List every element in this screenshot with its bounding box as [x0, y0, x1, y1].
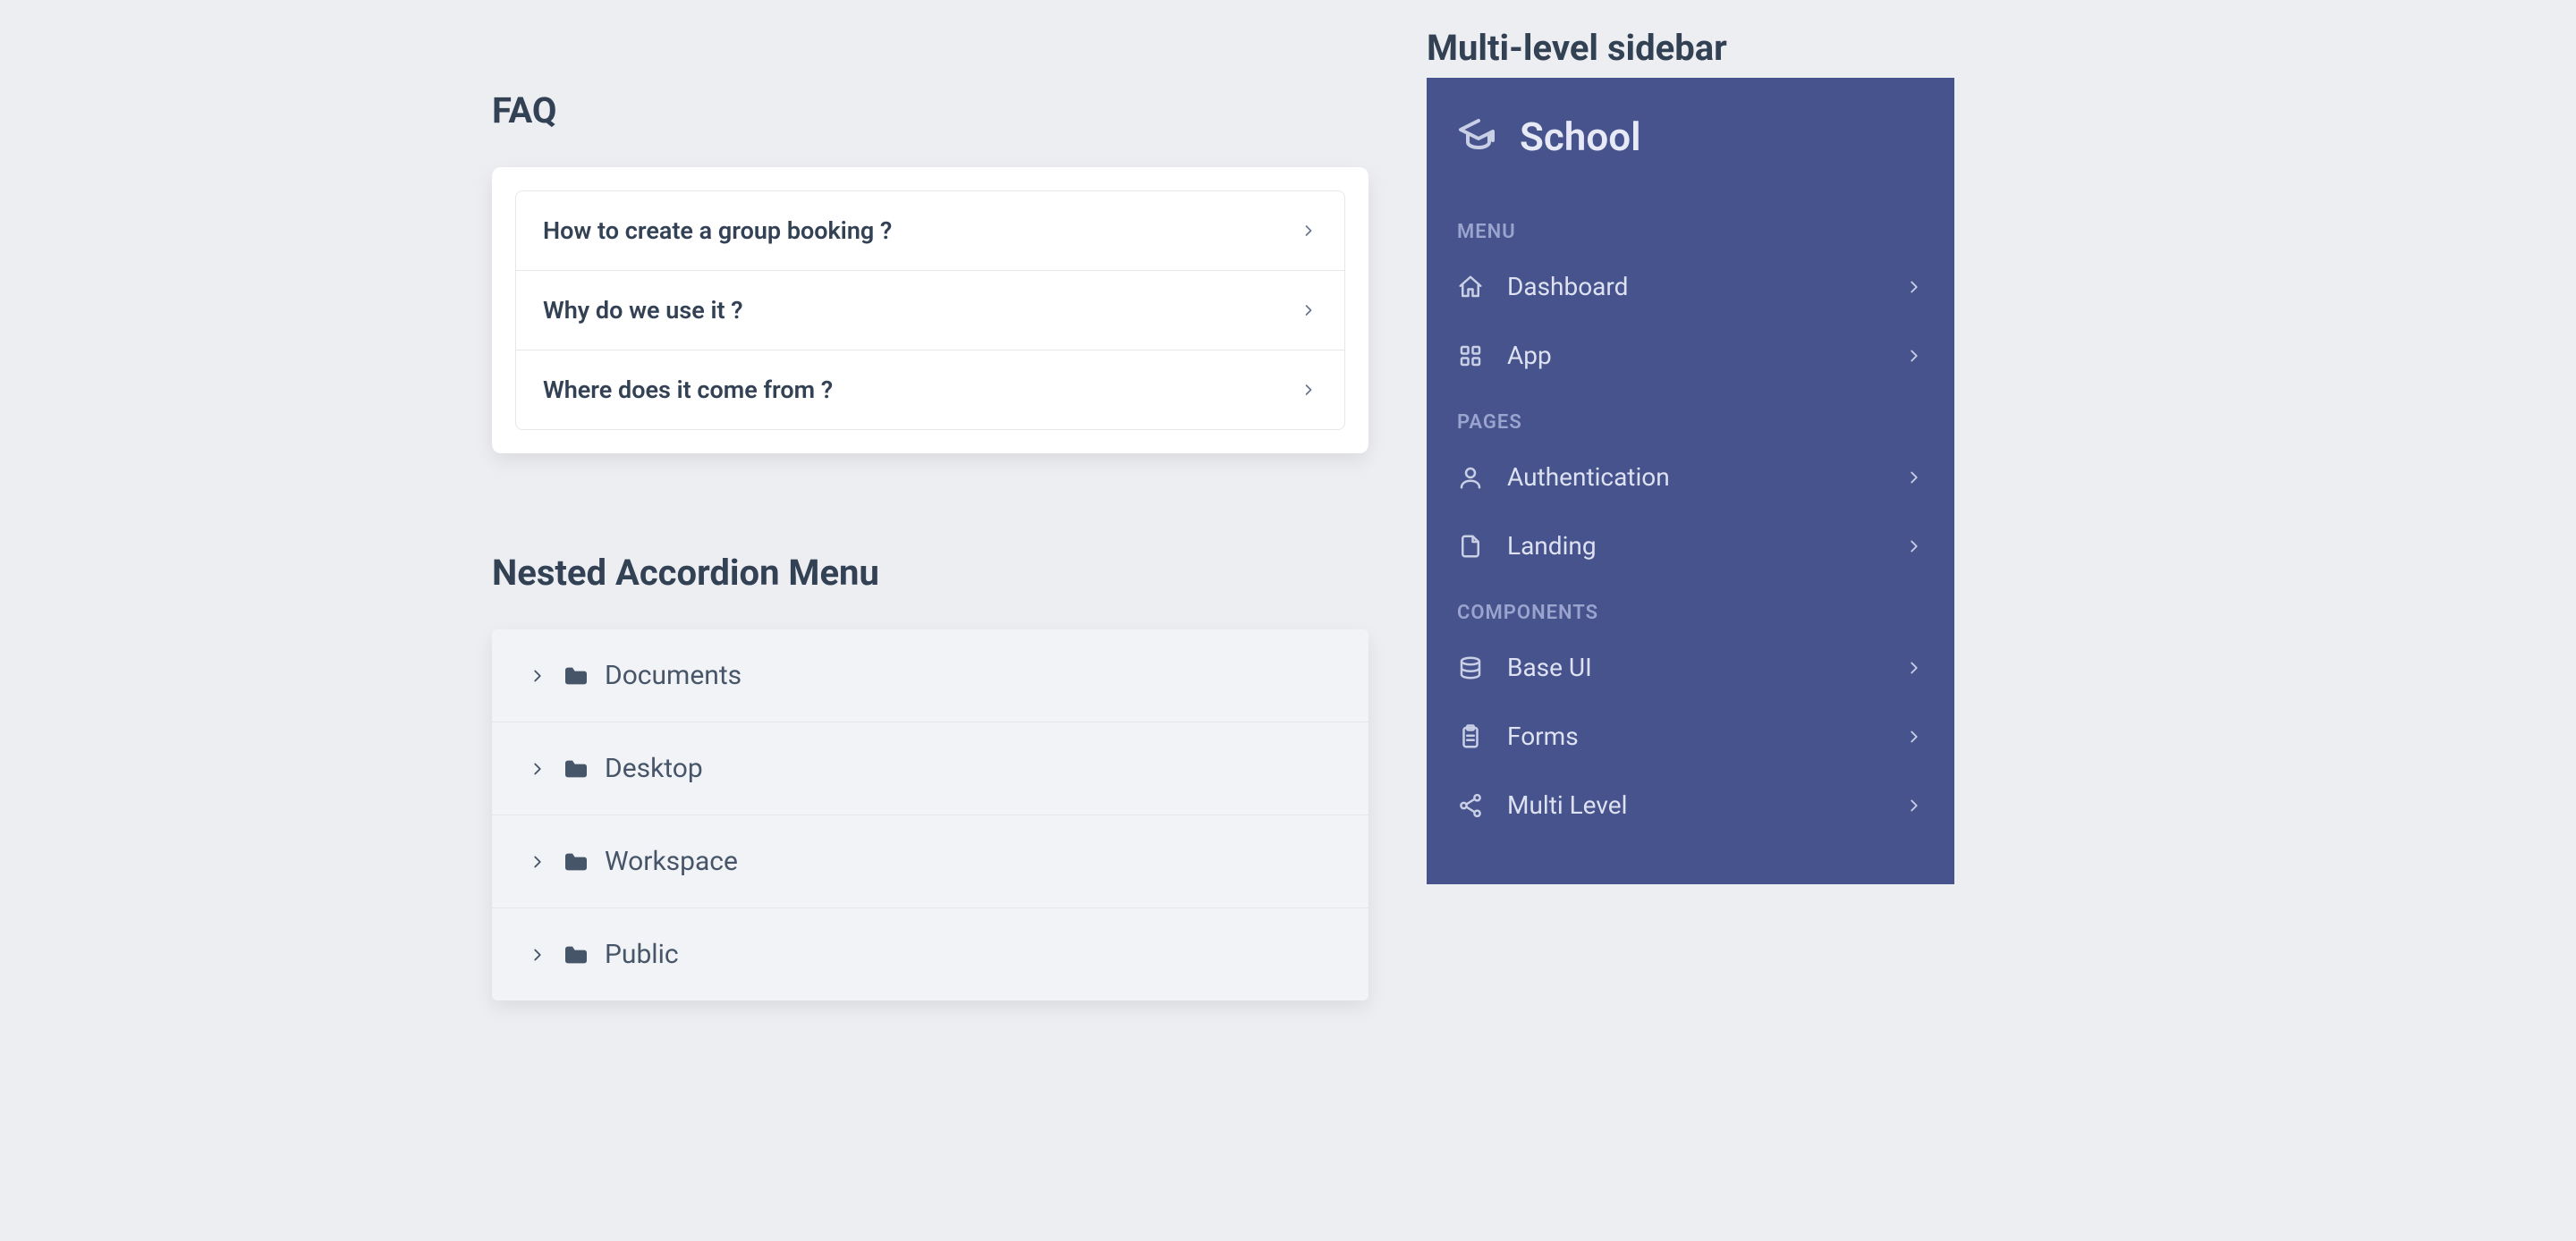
user-icon [1457, 464, 1484, 491]
faq-item-where-from[interactable]: Where does it come from ? [516, 350, 1344, 429]
chevron-right-icon [1300, 381, 1318, 399]
accordion-item-workspace[interactable]: Workspace [492, 815, 1368, 908]
accordion-item-public[interactable]: Public [492, 908, 1368, 1000]
multilevel-sidebar: School MENU Dashboard App PAGES [1427, 78, 1954, 884]
accordion-item-label: Workspace [605, 846, 738, 877]
accordion-item-label: Desktop [605, 753, 703, 784]
accordion-title: Nested Accordion Menu [492, 552, 1368, 594]
chevron-right-icon [1904, 727, 1924, 747]
chevron-right-icon [1904, 796, 1924, 815]
chevron-right-icon [1904, 658, 1924, 678]
accordion-item-documents[interactable]: Documents [492, 629, 1368, 722]
sidebar-item-app[interactable]: App [1427, 321, 1954, 390]
accordion-card: Documents Desktop Workspace Public [492, 629, 1368, 1000]
chevron-right-icon [1904, 346, 1924, 366]
chevron-right-icon [1300, 222, 1318, 240]
sidebar-group-pages: PAGES [1427, 390, 1954, 443]
sidebar-item-label: App [1507, 341, 1552, 370]
sidebar-item-label: Base UI [1507, 653, 1592, 682]
brand-name: School [1520, 114, 1641, 160]
share-icon [1457, 792, 1484, 819]
sidebar-item-label: Forms [1507, 722, 1579, 751]
graduation-cap-icon [1457, 115, 1500, 158]
folder-icon [562, 848, 590, 876]
accordion-item-label: Public [605, 939, 679, 970]
chevron-right-icon [528, 852, 547, 872]
sidebar-item-landing[interactable]: Landing [1427, 511, 1954, 580]
sidebar-item-label: Dashboard [1507, 272, 1628, 301]
folder-icon [562, 662, 590, 690]
sidebar-item-label: Multi Level [1507, 790, 1627, 820]
sidebar-item-label: Landing [1507, 531, 1597, 561]
sidebar-group-menu: MENU [1427, 199, 1954, 252]
accordion-item-label: Documents [605, 660, 741, 691]
faq-item-group-booking[interactable]: How to create a group booking ? [516, 191, 1344, 271]
sidebar-item-forms[interactable]: Forms [1427, 702, 1954, 771]
grid-icon [1457, 342, 1484, 369]
sidebar-item-authentication[interactable]: Authentication [1427, 443, 1954, 511]
sidebar-brand[interactable]: School [1427, 114, 1954, 199]
sidebar-item-label: Authentication [1507, 462, 1670, 492]
database-icon [1457, 654, 1484, 681]
faq-item-why-use[interactable]: Why do we use it ? [516, 271, 1344, 350]
sidebar-item-base-ui[interactable]: Base UI [1427, 633, 1954, 702]
chevron-right-icon [1904, 536, 1924, 556]
home-icon [1457, 274, 1484, 300]
chevron-right-icon [1904, 277, 1924, 297]
file-icon [1457, 533, 1484, 560]
chevron-right-icon [528, 666, 547, 686]
faq-question-text: How to create a group booking ? [543, 216, 892, 245]
chevron-right-icon [1904, 468, 1924, 487]
sidebar-group-components: COMPONENTS [1427, 580, 1954, 633]
sidebar-item-dashboard[interactable]: Dashboard [1427, 252, 1954, 321]
sidebar-section-title: Multi-level sidebar [1427, 27, 1954, 69]
sidebar-item-multi-level[interactable]: Multi Level [1427, 771, 1954, 840]
chevron-right-icon [528, 945, 547, 965]
chevron-right-icon [1300, 301, 1318, 319]
folder-icon [562, 755, 590, 783]
faq-question-text: Why do we use it ? [543, 296, 743, 325]
accordion-item-desktop[interactable]: Desktop [492, 722, 1368, 815]
chevron-right-icon [528, 759, 547, 779]
faq-title: FAQ [492, 89, 1368, 131]
faq-question-text: Where does it come from ? [543, 376, 833, 404]
clipboard-icon [1457, 723, 1484, 750]
folder-icon [562, 941, 590, 969]
faq-card: How to create a group booking ? Why do w… [492, 167, 1368, 453]
